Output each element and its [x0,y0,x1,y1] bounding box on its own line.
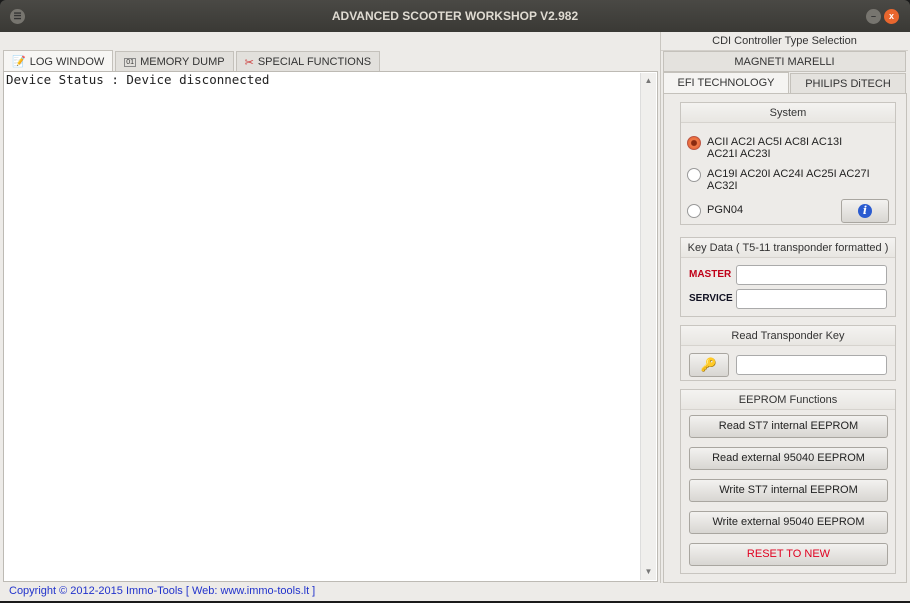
eeprom-group: EEPROM Functions Read ST7 internal EEPRO… [680,389,896,574]
read-transponder-group: Read Transponder Key 🔑 [680,325,896,381]
radio-unselected[interactable] [687,168,701,182]
key-icon: 🔑 [700,357,718,372]
main-tabs: 📝 LOG WINDOW 01 MEMORY DUMP ✂ SPECIAL FUNCT… [3,50,382,72]
write-95040-button[interactable]: Write external 95040 EEPROM [689,511,888,534]
info-button[interactable]: i [841,199,889,223]
read-95040-button[interactable]: Read external 95040 EEPROM [689,447,888,470]
cdi-header: CDI Controller Type Selection [661,32,908,51]
tab-memory-dump[interactable]: 01 MEMORY DUMP [115,51,234,72]
notepad-icon: 📝 [12,56,26,68]
radio-system-2[interactable]: AC19I AC20I AC24I AC25I AC27I AC32I [687,168,870,192]
read-key-button[interactable]: 🔑 [689,353,729,377]
log-text: Device Status : Device disconnected [6,72,270,87]
minimize-button[interactable]: – [866,9,881,24]
key-data-group: Key Data ( T5-11 transponder formatted )… [680,237,896,317]
binary-icon: 01 [124,57,137,67]
radio-system-1[interactable]: ACII AC2I AC5I AC8I AC13I AC21I AC23I [687,136,842,160]
tab-philips-ditech[interactable]: PHILIPS DiTECH [790,73,906,94]
copyright-status: Copyright © 2012-2015 Immo-Tools [ Web: … [9,585,316,597]
reset-to-new-button[interactable]: RESET TO NEW [689,543,888,566]
scrollbar[interactable]: ▲ ▼ [640,73,656,580]
service-label: SERVICE [689,293,733,304]
tools-icon: ✂ [244,56,254,69]
tab-log-window[interactable]: 📝 LOG WINDOW [3,50,114,72]
scroll-down-icon[interactable]: ▼ [641,564,656,580]
eeprom-title: EEPROM Functions [681,390,895,410]
tab-magneti-marelli[interactable]: MAGNETI MARELLI [663,51,906,72]
system-group: System ACII AC2I AC5I AC8I AC13I AC21I AC… [680,102,896,225]
log-window[interactable]: Device Status : Device disconnected ▲ ▼ [3,71,658,582]
radio-unselected[interactable] [687,204,701,218]
transponder-input[interactable] [736,355,887,375]
write-st7-button[interactable]: Write ST7 internal EEPROM [689,479,888,502]
read-st7-button[interactable]: Read ST7 internal EEPROM [689,415,888,438]
title-bar: ☰ ADVANCED SCOOTER WORKSHOP V2.982 – x [0,0,910,32]
key-data-title: Key Data ( T5-11 transponder formatted ) [681,238,895,258]
master-input[interactable] [736,265,887,285]
window-title: ADVANCED SCOOTER WORKSHOP V2.982 [331,9,579,23]
efi-pane: System ACII AC2I AC5I AC8I AC13I AC21I AC… [663,93,907,583]
cdi-panel: CDI Controller Type Selection MAGNETI MA… [660,32,908,583]
system-title: System [681,103,895,123]
radio-selected[interactable] [687,136,701,150]
tab-efi-technology[interactable]: EFI TECHNOLOGY [663,72,789,94]
scroll-up-icon[interactable]: ▲ [641,73,656,89]
radio-pgn04[interactable]: PGN04 [687,204,743,218]
info-icon: i [858,204,872,218]
close-button[interactable]: x [884,9,899,24]
tab-special-functions[interactable]: ✂ SPECIAL FUNCTIONS [235,51,381,72]
master-label: MASTER [689,269,732,280]
service-input[interactable] [736,289,887,309]
menu-icon[interactable]: ☰ [10,9,25,24]
read-transponder-title: Read Transponder Key [681,326,895,346]
